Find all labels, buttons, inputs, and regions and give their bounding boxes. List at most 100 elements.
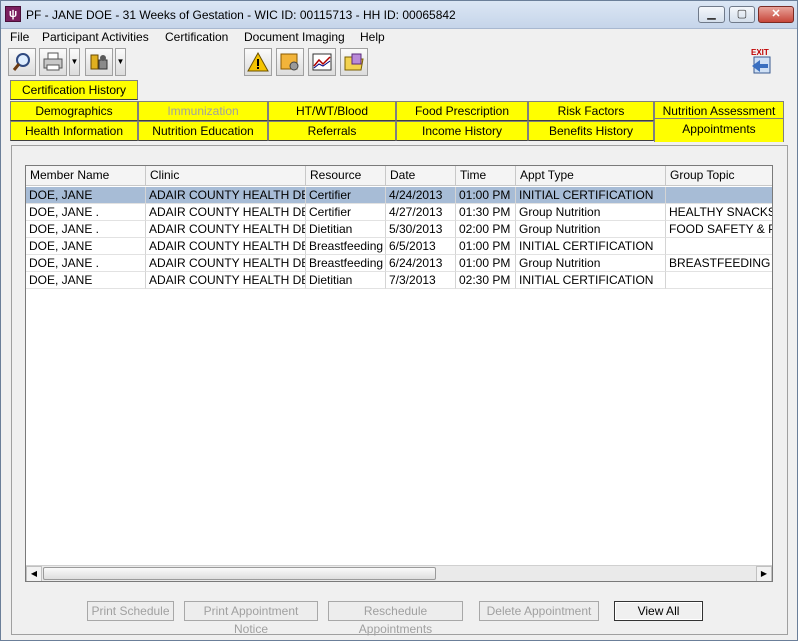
horizontal-scrollbar[interactable]: ◀ ▶ bbox=[26, 565, 772, 581]
table-row[interactable]: DOE, JANE . ADAIR COUNTY HEALTH DE Dietiti… bbox=[26, 221, 772, 238]
tab-risk-factors[interactable]: Risk Factors bbox=[528, 101, 654, 121]
appt-type-cell: INITIAL CERTIFICATION bbox=[516, 187, 666, 204]
tab-benefits-history[interactable]: Benefits History bbox=[528, 121, 654, 141]
tab-referrals[interactable]: Referrals bbox=[268, 121, 396, 141]
table-row[interactable]: DOE, JANE . ADAIR COUNTY HEALTH DE Breastf… bbox=[26, 255, 772, 272]
scroll-left-arrow-icon[interactable]: ◀ bbox=[26, 566, 42, 581]
clinic-cell: ADAIR COUNTY HEALTH DE bbox=[146, 255, 306, 272]
tab-demographics[interactable]: Demographics bbox=[10, 101, 138, 121]
note-icon bbox=[280, 53, 299, 71]
close-button[interactable]: ✕ bbox=[758, 6, 794, 23]
table-row[interactable]: DOE, JANE ADAIR COUNTY HEALTH DE Certifier… bbox=[26, 187, 772, 204]
document-button[interactable] bbox=[340, 48, 368, 76]
column-appt-type[interactable]: Appt Type bbox=[516, 166, 666, 186]
date-cell: 4/27/2013 bbox=[386, 204, 456, 221]
tab-income-history[interactable]: Income History bbox=[396, 121, 528, 141]
tools-icon bbox=[90, 54, 108, 70]
column-clinic[interactable]: Clinic bbox=[146, 166, 306, 186]
print-dropdown-button[interactable]: ▼ bbox=[69, 48, 80, 76]
appt-type-cell: INITIAL CERTIFICATION bbox=[516, 272, 666, 289]
reschedule-appointments-button[interactable]: Reschedule Appointments bbox=[328, 601, 463, 636]
column-time[interactable]: Time bbox=[456, 166, 516, 186]
menu-help[interactable]: Help bbox=[358, 29, 387, 47]
print-schedule-button[interactable]: Print Schedule bbox=[87, 601, 174, 621]
time-cell: 02:30 PM bbox=[456, 272, 516, 289]
menu-certification[interactable]: Certification bbox=[163, 29, 230, 47]
grid-header: Member Name Clinic Resource Date Time Ap… bbox=[26, 166, 772, 186]
menu-participant-activities[interactable]: Participant Activities bbox=[40, 29, 151, 47]
maximize-button[interactable]: ▢ bbox=[729, 6, 755, 23]
clinic-cell: ADAIR COUNTY HEALTH DE bbox=[146, 204, 306, 221]
group-topic-cell: BREASTFEEDING C bbox=[666, 255, 772, 272]
title-bar: ψ PF - JANE DOE - 31 Weeks of Gestation … bbox=[1, 1, 797, 29]
scrollbar-thumb[interactable] bbox=[43, 567, 436, 580]
menu-bar: File Participant Activities Certificatio… bbox=[1, 29, 797, 47]
folder-icon bbox=[344, 53, 364, 71]
search-button[interactable] bbox=[8, 48, 36, 76]
tab-immunization[interactable]: Immunization bbox=[138, 101, 268, 121]
magnifier-icon bbox=[12, 53, 30, 71]
time-cell: 01:00 PM bbox=[456, 187, 516, 204]
tab-certification-history[interactable]: Certification History bbox=[10, 80, 138, 100]
tab-health-information[interactable]: Health Information bbox=[10, 121, 138, 141]
print-appointment-notice-button[interactable]: Print Appointment Notice bbox=[184, 601, 318, 636]
date-cell: 6/5/2013 bbox=[386, 238, 456, 255]
resource-cell: Breastfeeding bbox=[306, 255, 386, 272]
member-name-cell: DOE, JANE bbox=[26, 238, 146, 255]
exit-button[interactable]: EXIT bbox=[747, 48, 777, 76]
scroll-right-arrow-icon[interactable]: ▶ bbox=[756, 566, 772, 581]
resource-cell: Breastfeeding bbox=[306, 238, 386, 255]
column-member-name[interactable]: Member Name bbox=[26, 166, 146, 186]
menu-file[interactable]: File bbox=[8, 29, 31, 47]
date-cell: 4/24/2013 bbox=[386, 187, 456, 204]
app-icon: ψ bbox=[5, 6, 21, 22]
table-row[interactable]: DOE, JANE ADAIR COUNTY HEALTH DE Dietitian… bbox=[26, 272, 772, 289]
table-row[interactable]: DOE, JANE ADAIR COUNTY HEALTH DE Breastfee… bbox=[26, 238, 772, 255]
group-topic-cell bbox=[666, 187, 772, 204]
clinic-cell: ADAIR COUNTY HEALTH DE bbox=[146, 272, 306, 289]
appointments-panel: Member Name Clinic Resource Date Time Ap… bbox=[11, 145, 788, 636]
date-cell: 5/30/2013 bbox=[386, 221, 456, 238]
group-topic-cell: FOOD SAFETY & PR bbox=[666, 221, 772, 238]
date-cell: 7/3/2013 bbox=[386, 272, 456, 289]
column-group-topic[interactable]: Group Topic bbox=[666, 166, 772, 186]
column-resource[interactable]: Resource bbox=[306, 166, 386, 186]
delete-appointment-button[interactable]: Delete Appointment bbox=[479, 601, 599, 621]
resource-cell: Certifier bbox=[306, 204, 386, 221]
print-button[interactable] bbox=[39, 48, 67, 76]
tab-food-prescription[interactable]: Food Prescription bbox=[396, 101, 528, 121]
column-date[interactable]: Date bbox=[386, 166, 456, 186]
tools-button[interactable] bbox=[85, 48, 113, 76]
menu-document-imaging[interactable]: Document Imaging bbox=[242, 29, 347, 47]
member-name-cell: DOE, JANE . bbox=[26, 204, 146, 221]
member-name-cell: DOE, JANE bbox=[26, 187, 146, 204]
time-cell: 01:00 PM bbox=[456, 238, 516, 255]
time-cell: 01:30 PM bbox=[456, 204, 516, 221]
appt-type-cell: Group Nutrition bbox=[516, 204, 666, 221]
group-topic-cell bbox=[666, 238, 772, 255]
alert-button[interactable] bbox=[244, 48, 272, 76]
resource-cell: Dietitian bbox=[306, 272, 386, 289]
growth-chart-button[interactable] bbox=[308, 48, 336, 76]
resource-cell: Dietitian bbox=[306, 221, 386, 238]
tab-ht-wt-blood[interactable]: HT/WT/Blood bbox=[268, 101, 396, 121]
table-row[interactable]: DOE, JANE . ADAIR COUNTY HEALTH DE Certifi… bbox=[26, 204, 772, 221]
window-title: PF - JANE DOE - 31 Weeks of Gestation - … bbox=[26, 8, 456, 22]
exit-label: EXIT bbox=[751, 48, 769, 57]
tab-appointments[interactable]: Appointments bbox=[654, 118, 784, 142]
group-topic-cell bbox=[666, 272, 772, 289]
time-cell: 02:00 PM bbox=[456, 221, 516, 238]
resource-cell: Certifier bbox=[306, 187, 386, 204]
tools-dropdown-button[interactable]: ▼ bbox=[115, 48, 126, 76]
notes-button[interactable] bbox=[276, 48, 304, 76]
clinic-cell: ADAIR COUNTY HEALTH DE bbox=[146, 187, 306, 204]
appointments-grid: Member Name Clinic Resource Date Time Ap… bbox=[25, 165, 773, 582]
view-all-button[interactable]: View All bbox=[614, 601, 703, 621]
minimize-button[interactable]: ▁ bbox=[698, 6, 725, 23]
member-name-cell: DOE, JANE . bbox=[26, 221, 146, 238]
tab-nutrition-education[interactable]: Nutrition Education bbox=[138, 121, 268, 141]
member-name-cell: DOE, JANE bbox=[26, 272, 146, 289]
group-topic-cell: HEALTHY SNACKS bbox=[666, 204, 772, 221]
printer-icon bbox=[43, 52, 63, 71]
chart-icon bbox=[312, 53, 332, 71]
